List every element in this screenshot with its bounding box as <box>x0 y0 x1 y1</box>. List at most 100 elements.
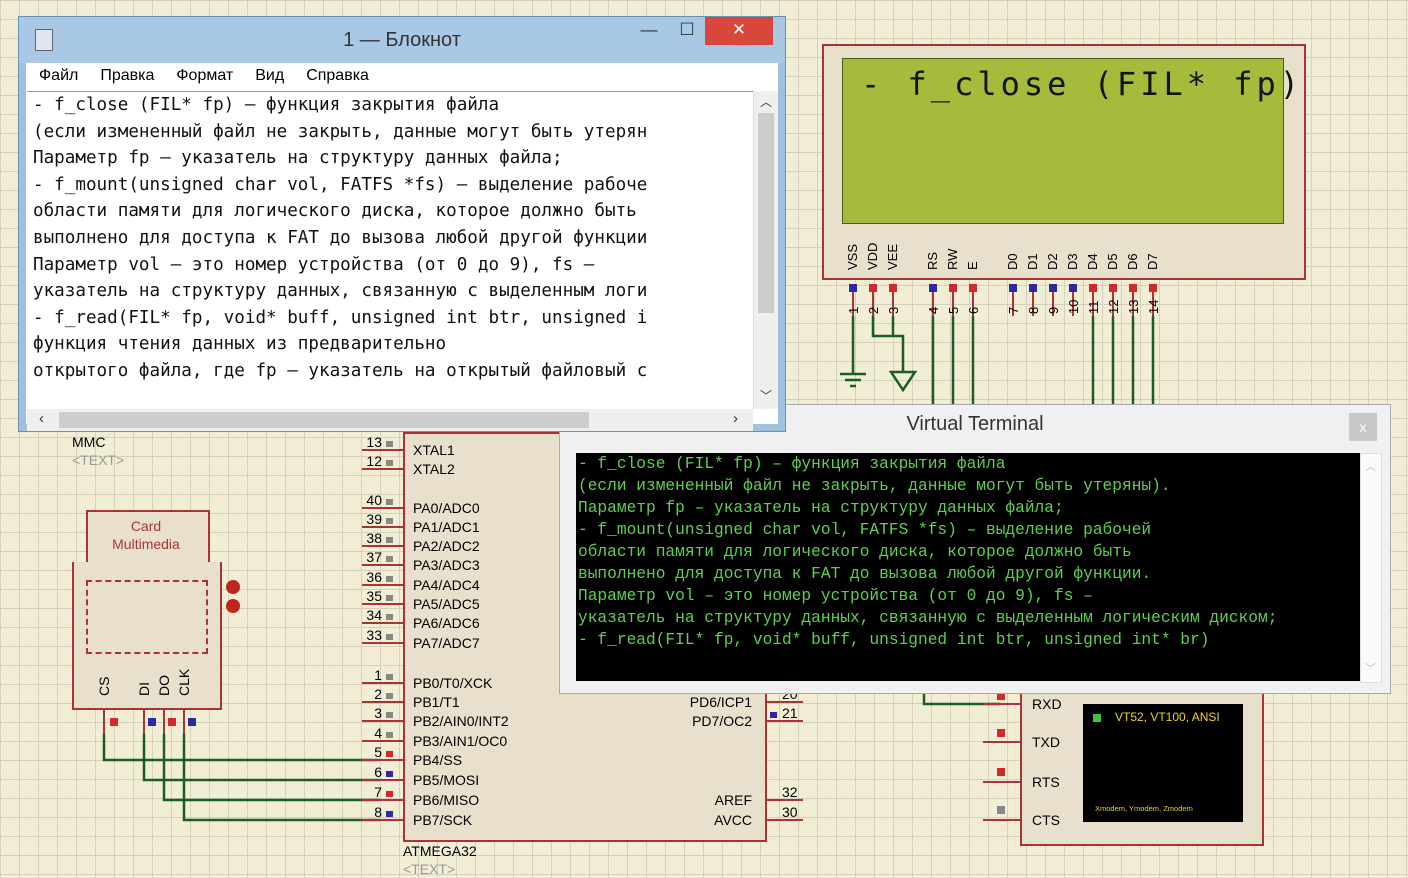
terminal-pin-cts: CTS <box>1032 812 1060 828</box>
lcd-pin-number: 6 <box>966 306 981 314</box>
mcu-pin-number: 4 <box>374 725 382 741</box>
mcu-pin-label: PD6/ICP1 <box>689 694 752 710</box>
chevron-down-icon[interactable]: ﹀ <box>1365 660 1376 676</box>
mcu-text-placeholder: <TEXT> <box>403 861 456 877</box>
pin-state <box>386 712 393 718</box>
chevron-up-icon[interactable]: ︿ <box>760 93 772 110</box>
mcu-pin-number: 38 <box>366 530 382 546</box>
pin-state <box>770 712 777 718</box>
pin-state <box>168 718 176 726</box>
pin-state <box>386 499 393 505</box>
mcu-pin-number: 1 <box>374 667 382 683</box>
chevron-up-icon[interactable]: ︿ <box>1365 458 1376 474</box>
mcu-pin-label: PA3/ADC3 <box>413 557 480 573</box>
pin-state <box>1109 284 1117 292</box>
terminal-pin-txd: TXD <box>1032 734 1060 750</box>
mcu-pin-label: PB7/SCK <box>413 812 473 828</box>
vt-scrollbar[interactable]: ︿ ﹀ <box>1360 453 1382 683</box>
pin-state <box>386 693 393 699</box>
menu-format[interactable]: Формат <box>164 63 243 85</box>
mcu-pin-label: PA1/ADC1 <box>413 519 480 535</box>
mcu-pin-label: PA2/ADC2 <box>413 538 480 554</box>
pin-state <box>1049 284 1057 292</box>
close-button[interactable]: ✕ <box>705 17 773 45</box>
notepad-line: - f_read(FIL* fp, void* buff, unsigned i… <box>33 307 648 328</box>
led-indicator <box>226 580 240 594</box>
lcd-pin-number: 9 <box>1046 306 1061 314</box>
mcu-pin-number: 12 <box>366 453 382 469</box>
lcd-pin-label: D2 <box>1045 253 1060 270</box>
notepad-vertical-scrollbar[interactable]: ︿ ﹀ <box>753 91 778 409</box>
mmc-pin-cs: CS <box>96 676 112 696</box>
pin-state <box>997 806 1005 814</box>
scroll-thumb[interactable] <box>758 113 774 313</box>
pin-state <box>386 556 393 562</box>
mcu-pin-number: 39 <box>366 511 382 527</box>
menu-edit[interactable]: Правка <box>88 63 164 85</box>
notepad-window[interactable]: 1 — Блокнот — ☐ ✕ Файл Правка Формат Вид Спр… <box>18 16 786 432</box>
lcd-pin-number: 4 <box>926 306 941 314</box>
vt-line: - f_read(FIL* fp, void* buff, unsigned i… <box>578 631 1210 649</box>
mcu-pin-label: PA5/ADC5 <box>413 596 480 612</box>
minimize-button[interactable]: — <box>629 17 669 45</box>
notepad-line: Параметр fp – указатель на структуру дан… <box>33 148 563 169</box>
mcu-pin-number: 37 <box>366 549 382 565</box>
menu-help[interactable]: Справка <box>294 63 379 85</box>
notepad-text-area[interactable]: - f_close (FIL* fp) – функция закрытия ф… <box>27 91 753 410</box>
notepad-horizontal-scrollbar[interactable]: ‹ › <box>27 409 753 431</box>
pin-state <box>386 791 393 797</box>
mcu-pin-label: PB0/T0/XCK <box>413 675 493 691</box>
mcu-pin-number: 13 <box>366 434 382 450</box>
pin-state <box>386 576 393 582</box>
terminal-modes: VT52, VT100, ANSI <box>1115 710 1220 724</box>
chevron-left-icon[interactable]: ‹ <box>39 410 44 427</box>
lcd-pin-number: 8 <box>1026 306 1041 314</box>
mcu-pin-number: 35 <box>366 588 382 604</box>
mcu-pin-label: PA6/ADC6 <box>413 615 480 631</box>
mcu-pin-label: PB3/AIN1/OC0 <box>413 733 508 749</box>
terminal-pin-rts: RTS <box>1032 774 1060 790</box>
mmc-pin-di: DI <box>136 682 152 696</box>
chevron-down-icon[interactable]: ﹀ <box>760 387 772 404</box>
notepad-menubar: Файл Правка Формат Вид Справка <box>27 63 777 91</box>
scroll-thumb[interactable] <box>59 412 589 428</box>
power-icon <box>1093 714 1101 722</box>
terminal-pin-rxd: RXD <box>1032 696 1062 712</box>
pin-state <box>386 518 393 524</box>
chevron-right-icon[interactable]: › <box>733 410 738 427</box>
pin-state <box>386 537 393 543</box>
pin-state <box>110 718 118 726</box>
maximize-button[interactable]: ☐ <box>669 17 705 45</box>
mmc-pin-clk: CLK <box>176 668 192 696</box>
mcu-pin-label: PB5/MOSI <box>413 772 480 788</box>
mcu-pin-number: 2 <box>374 686 382 702</box>
lcd-pin-label: RW <box>945 248 960 270</box>
led-indicator <box>226 599 240 613</box>
mcu-pin-number: 7 <box>374 784 382 800</box>
lcd-pin-label: VDD <box>865 242 880 270</box>
mcu-pin-number: 3 <box>374 705 382 721</box>
mcu-pin-label: AVCC <box>714 812 752 828</box>
vt-close-button[interactable]: x <box>1349 413 1377 441</box>
pin-state <box>386 771 393 777</box>
mcu-pin-label: PB6/MISO <box>413 792 480 808</box>
mmc-label-2: Multimedia <box>112 536 180 552</box>
lcd-pin-label: D3 <box>1065 253 1080 270</box>
lcd-display-text: - f_close (FIL* fp) <box>861 65 1304 103</box>
mmc-card-slot <box>86 580 208 654</box>
pin-state <box>386 674 393 680</box>
notepad-line: области памяти для логического диска, ко… <box>33 201 637 222</box>
menu-file[interactable]: Файл <box>27 63 88 85</box>
lcd-pin-label: D5 <box>1105 253 1120 270</box>
menu-view[interactable]: Вид <box>243 63 294 85</box>
vt-output[interactable]: - f_close (FIL* fp) – функция закрытия ф… <box>576 453 1360 681</box>
notepad-titlebar[interactable]: 1 — Блокнот — ☐ ✕ <box>19 17 785 63</box>
pin-state <box>386 441 393 447</box>
mcu-pin-number: 32 <box>782 784 798 800</box>
lcd-pin-label: D0 <box>1005 253 1020 270</box>
virtual-terminal-window[interactable]: Virtual Terminal x - f_close (FIL* fp) –… <box>559 404 1391 694</box>
pin-state <box>386 811 393 817</box>
pin-state <box>1149 284 1157 292</box>
pin-state <box>386 614 393 620</box>
terminal-component-screen: VT52, VT100, ANSI Xmodem, Ymodem, Zmodem <box>1083 704 1243 822</box>
